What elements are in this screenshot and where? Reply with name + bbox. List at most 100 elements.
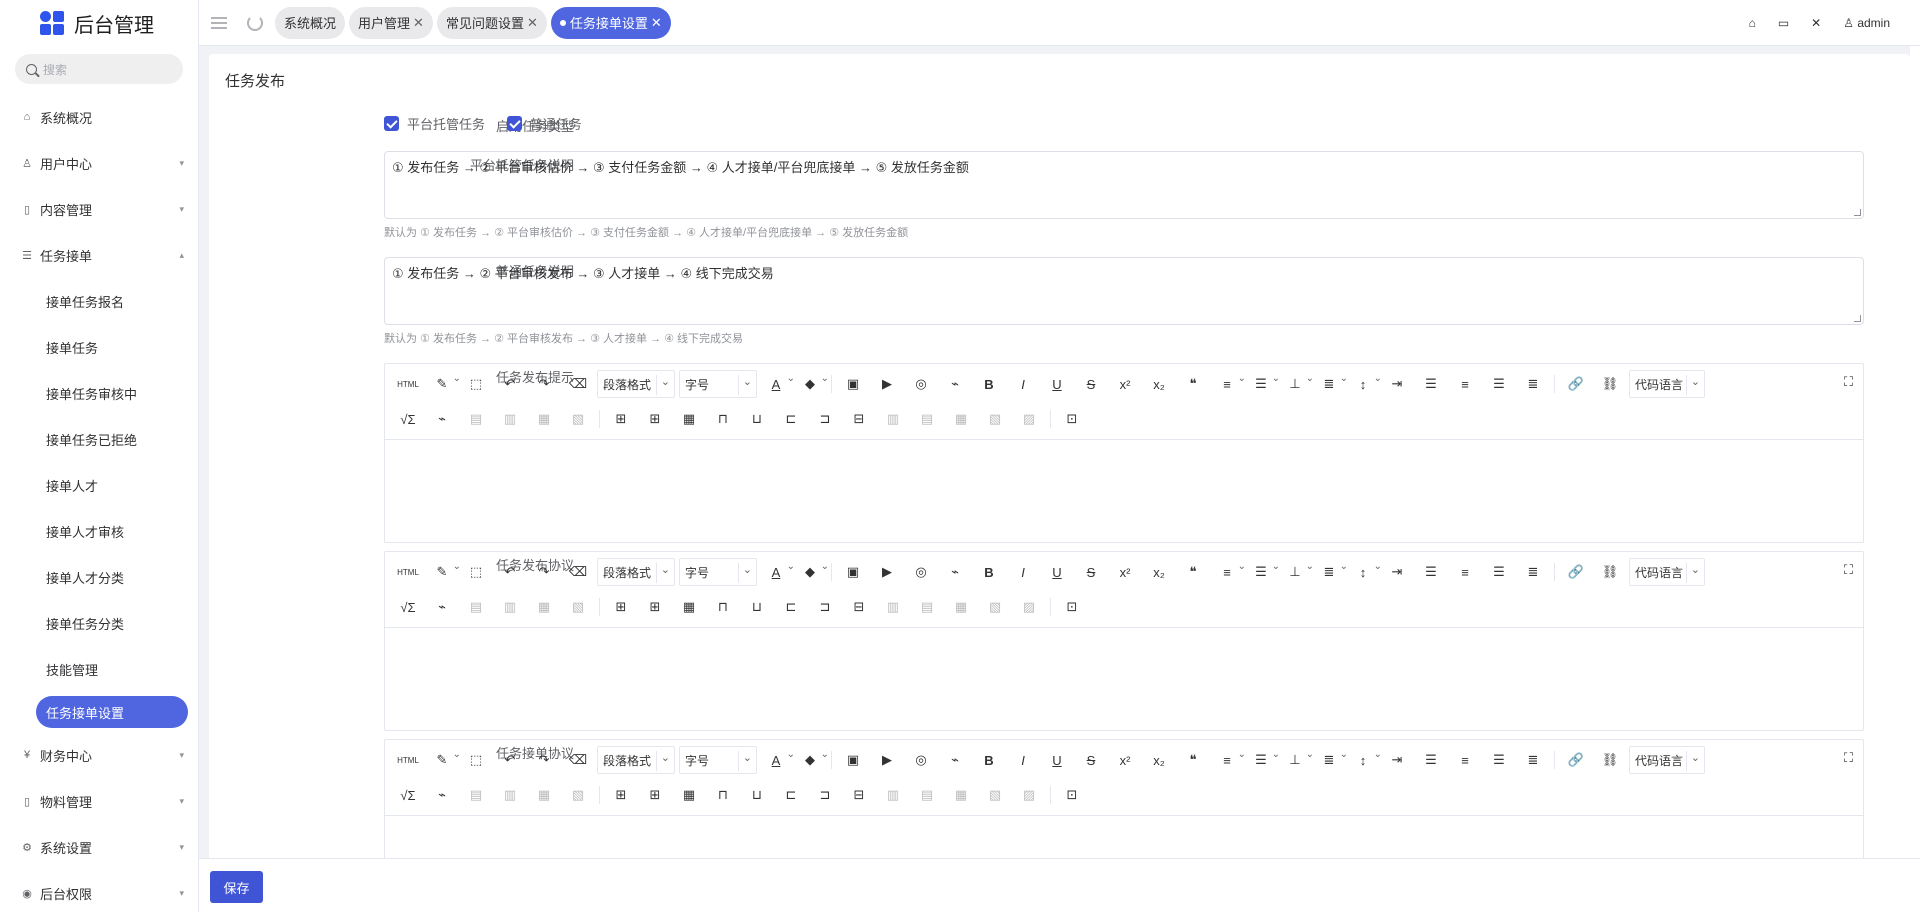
horizontal-rule-icon[interactable]: ⊥: [1278, 747, 1314, 773]
table-icon[interactable]: ⊞: [604, 594, 638, 620]
sidebar-subitem[interactable]: 接单任务已拒绝: [0, 416, 198, 462]
delete-row-icon[interactable]: ▤: [910, 594, 944, 620]
col-insert-right-icon[interactable]: ⊐: [808, 782, 842, 808]
attachment-icon[interactable]: ⌁: [938, 747, 972, 773]
align-justify-icon[interactable]: ≣: [1516, 747, 1550, 773]
tab-overview[interactable]: 系统概况: [275, 6, 346, 39]
underline-icon[interactable]: U: [1040, 371, 1074, 397]
video-icon[interactable]: ▶: [870, 747, 904, 773]
sidebar-subitem[interactable]: 接单人才分类: [0, 554, 198, 600]
eraser-icon[interactable]: ⌫: [561, 371, 595, 397]
monitor-icon[interactable]: ▭: [1778, 16, 1789, 30]
table-insert-icon[interactable]: ⊞: [638, 594, 672, 620]
undo-icon[interactable]: ↶: [493, 559, 527, 585]
close-icon[interactable]: ✕: [413, 15, 424, 31]
tab-task-settings[interactable]: 任务接单设置 ✕: [550, 6, 671, 39]
sidebar-item-user-center[interactable]: ♙ 用户中心 ▾: [0, 140, 198, 186]
subscript-icon[interactable]: x₂: [1142, 747, 1176, 773]
table-props-icon[interactable]: ▦: [672, 594, 706, 620]
sidebar-subitem[interactable]: 接单人才: [0, 462, 198, 508]
fullscreen-icon[interactable]: ⛶: [1844, 374, 1853, 390]
italic-icon[interactable]: I: [1006, 559, 1040, 585]
template-icon[interactable]: ⊡: [1055, 594, 1089, 620]
eraser-icon[interactable]: ⌫: [561, 559, 595, 585]
delete-table-icon[interactable]: ▧: [978, 782, 1012, 808]
link-icon[interactable]: 🔗: [1559, 371, 1593, 397]
paragraph-spacing-icon[interactable]: ≣: [1312, 371, 1348, 397]
sidebar-item-content[interactable]: ▯ 内容管理 ▾: [0, 186, 198, 232]
undo-icon[interactable]: ↶: [493, 747, 527, 773]
code-language-select[interactable]: 代码语言: [1629, 558, 1705, 586]
align-right-icon[interactable]: ☰: [1482, 371, 1516, 397]
superscript-icon[interactable]: x²: [1108, 747, 1142, 773]
ordered-list-icon[interactable]: ≡: [1210, 747, 1246, 773]
row-insert-below-icon[interactable]: ⊔: [740, 782, 774, 808]
unlink-icon[interactable]: ⛓: [1593, 559, 1627, 585]
code-language-select[interactable]: 代码语言: [1629, 746, 1705, 774]
bold-icon[interactable]: B: [972, 371, 1006, 397]
tab-user-management[interactable]: 用户管理 ✕: [349, 6, 433, 39]
image-right-icon[interactable]: ▦: [527, 406, 561, 432]
select-all-icon[interactable]: ⬚: [459, 747, 493, 773]
strikethrough-icon[interactable]: S: [1074, 371, 1108, 397]
underline-icon[interactable]: U: [1040, 559, 1074, 585]
normal-desc-textarea[interactable]: ① 发布任务 → ② 平台审核发布 → ③ 人才接单 → ④ 线下完成交易: [384, 257, 1864, 325]
formula-icon[interactable]: √Σ: [391, 406, 425, 432]
paragraph-spacing-icon[interactable]: ≣: [1312, 747, 1348, 773]
align-center-icon[interactable]: ≡: [1448, 747, 1482, 773]
image-inline-icon[interactable]: ▥: [493, 406, 527, 432]
select-all-icon[interactable]: ⬚: [459, 559, 493, 585]
image-block-icon[interactable]: ▧: [561, 406, 595, 432]
undo-icon[interactable]: ↶: [493, 371, 527, 397]
table-insert-icon[interactable]: ⊞: [638, 406, 672, 432]
line-height-icon[interactable]: ↕: [1346, 747, 1382, 773]
redo-icon[interactable]: ↷: [527, 559, 561, 585]
align-center-icon[interactable]: ≡: [1448, 371, 1482, 397]
col-insert-left-icon[interactable]: ⊏: [774, 594, 808, 620]
sidebar-item-finance[interactable]: ¥ 财务中心 ▾: [0, 732, 198, 778]
paragraph-select[interactable]: 段落格式: [597, 370, 675, 398]
image-icon[interactable]: ▣: [836, 559, 870, 585]
ordered-list-icon[interactable]: ≡: [1210, 371, 1246, 397]
formula-icon[interactable]: √Σ: [391, 594, 425, 620]
line-height-icon[interactable]: ↕: [1346, 559, 1382, 585]
col-insert-left-icon[interactable]: ⊏: [774, 406, 808, 432]
sidebar-item-tasks[interactable]: ☰ 任务接单 ▴: [0, 232, 198, 278]
horizontal-rule-icon[interactable]: ⊥: [1278, 559, 1314, 585]
image-left-icon[interactable]: ▤: [459, 782, 493, 808]
delete-col-icon[interactable]: ▦: [944, 594, 978, 620]
bold-icon[interactable]: B: [972, 559, 1006, 585]
sidebar-subitem[interactable]: 接单任务报名: [0, 278, 198, 324]
split-cells-icon[interactable]: ▥: [876, 782, 910, 808]
video-icon[interactable]: ▶: [870, 559, 904, 585]
unlink-icon[interactable]: ⛓: [1593, 747, 1627, 773]
italic-icon[interactable]: I: [1006, 371, 1040, 397]
html-icon[interactable]: HTML: [391, 747, 425, 773]
quote-icon[interactable]: ❝: [1176, 559, 1210, 585]
image-icon[interactable]: ▣: [836, 747, 870, 773]
fontsize-select[interactable]: 字号: [679, 370, 757, 398]
video-icon[interactable]: ▶: [870, 371, 904, 397]
image-block-icon[interactable]: ▧: [561, 594, 595, 620]
sidebar-subitem-active[interactable]: 任务接单设置: [36, 696, 188, 728]
strikethrough-icon[interactable]: S: [1074, 559, 1108, 585]
row-insert-above-icon[interactable]: ⊓: [706, 594, 740, 620]
sidebar-item-settings[interactable]: ⚙ 系统设置 ▾: [0, 824, 198, 870]
refresh-icon[interactable]: [247, 14, 263, 31]
delete-table-icon[interactable]: ▧: [978, 594, 1012, 620]
strikethrough-icon[interactable]: S: [1074, 747, 1108, 773]
paragraph-select[interactable]: 段落格式: [597, 746, 675, 774]
sidebar-item-materials[interactable]: ▯ 物料管理 ▾: [0, 778, 198, 824]
bg-color-icon[interactable]: ◆: [793, 559, 829, 585]
quote-icon[interactable]: ❝: [1176, 371, 1210, 397]
sidebar-item-permissions[interactable]: ◉ 后台权限 ▾: [0, 870, 198, 912]
audio-icon[interactable]: ◎: [904, 371, 938, 397]
delete-table-icon[interactable]: ▧: [978, 406, 1012, 432]
superscript-icon[interactable]: x²: [1108, 559, 1142, 585]
close-icon[interactable]: ✕: [527, 15, 538, 31]
col-insert-left-icon[interactable]: ⊏: [774, 782, 808, 808]
align-left-icon[interactable]: ☰: [1414, 747, 1448, 773]
audio-icon[interactable]: ◎: [904, 559, 938, 585]
template-icon[interactable]: ⊡: [1055, 406, 1089, 432]
menu-toggle-icon[interactable]: [211, 14, 227, 32]
